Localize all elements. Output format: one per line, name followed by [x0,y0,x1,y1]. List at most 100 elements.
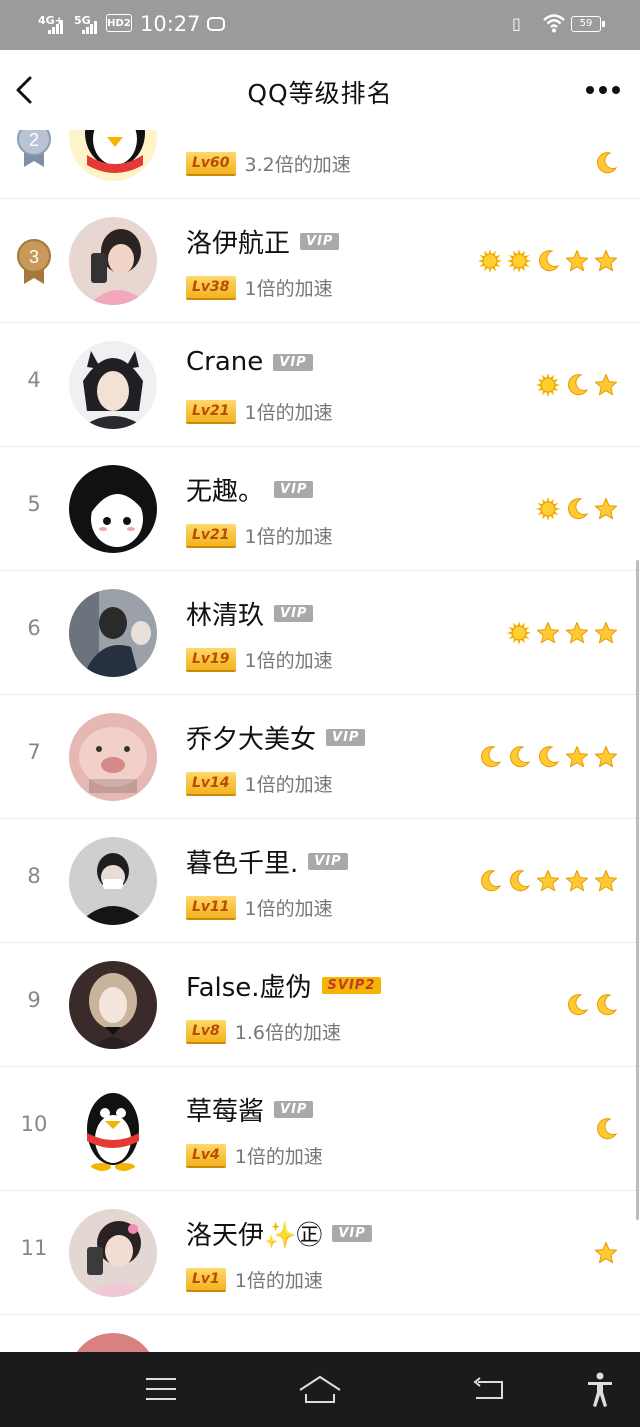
moon-icon [565,373,589,397]
moon-icon [594,151,618,175]
level-badge: Lv38 [186,275,236,300]
speed-text: 1倍的加速 [234,1146,323,1168]
speed-text: 1倍的加速 [244,526,333,548]
system-nav-bar [0,1352,640,1427]
ranking-row[interactable]: 10 草莓酱 VIP Lv4 1倍的加速 [0,1067,640,1191]
ranking-row[interactable]: 5 无趣。 VIP Lv21 1倍的加速 [0,447,640,571]
level-icons [594,151,618,175]
vip-badge: VIP [308,853,348,870]
avatar[interactable] [69,1209,157,1297]
speed-text: 1倍的加速 [244,898,333,920]
moon-icon [565,993,589,1017]
level-badge: Lv21 [186,399,236,424]
vibrate-icon: ▯ [512,14,521,33]
status-bar: 4G+ 5G HD2 10:27 ▯ 59 [0,0,640,50]
level-icons [594,1241,618,1265]
vip-badge: VIP [273,353,313,371]
avatar[interactable] [69,589,157,677]
user-name: 无趣。 [186,477,265,507]
moon-icon [594,1117,618,1141]
avatar[interactable] [69,1085,157,1173]
moon-icon [478,745,502,769]
avatar[interactable] [69,713,157,801]
medal-rank-label: 3 [29,247,39,267]
star-icon [594,249,618,273]
star-icon [536,621,560,645]
silver-medal-icon: 2 [17,130,51,167]
signal-icon [48,18,66,34]
vip-badge: VIP [300,233,340,250]
user-name: 暮色千里. [186,849,299,879]
level-icons [536,373,618,397]
avatar[interactable] [69,465,157,553]
star-icon [565,745,589,769]
moon-icon [565,497,589,521]
level-icons [536,497,618,521]
level-badge: Lv1 [186,1267,226,1292]
svip-badge: SVIP2 [321,977,382,994]
avatar[interactable] [69,961,157,1049]
back-nav-icon[interactable] [472,1376,504,1402]
star-icon [594,745,618,769]
menu-icon[interactable] [146,1376,176,1402]
wifi-icon [543,14,565,33]
speed-text: 1倍的加速 [244,650,333,672]
ranking-row[interactable]: 3 洛伊航正 VIP Lv38 1倍的加速 [0,199,640,323]
vip-badge: VIP [274,1101,314,1118]
moon-icon [507,869,531,893]
avatar[interactable] [69,837,157,925]
star-icon [594,869,618,893]
speed-text: 1倍的加速 [244,774,333,796]
rank-number: 10 [20,1112,48,1136]
level-icons [478,249,618,273]
moon-icon [478,869,502,893]
rank-number: 7 [27,740,41,764]
star-icon [594,373,618,397]
signal-icon-2 [82,18,100,34]
star-icon [565,249,589,273]
sun-icon [478,249,502,273]
ranking-row[interactable]: 11 洛天伊✨㊣ VIP Lv1 1倍的加速 [0,1191,640,1315]
level-icons [478,869,618,893]
ranking-row[interactable]: 6 林清玖 VIP Lv19 1倍的加速 [0,571,640,695]
level-badge: Lv11 [186,895,236,920]
star-icon [565,869,589,893]
ranking-row[interactable]: 4 Crane VIP Lv21 1倍的加速 [0,323,640,447]
rank-number: 5 [27,492,41,516]
vip-badge: VIP [332,1225,372,1242]
user-name: 洛伊航正 [186,229,291,259]
speed-text: 1.6倍的加速 [234,1022,342,1044]
speed-text: 1倍的加速 [244,278,333,300]
avatar[interactable] [69,1333,157,1352]
page-title: QQ等级排名 [247,79,393,108]
star-icon [536,869,560,893]
avatar[interactable] [69,341,157,429]
more-options-icon[interactable] [586,78,630,102]
sun-icon [536,373,560,397]
star-icon [565,621,589,645]
home-icon[interactable] [298,1374,342,1404]
header: QQ等级排名 [0,50,640,130]
ranking-row[interactable]: 7 乔夕大美女 VIP Lv14 1倍的加速 [0,695,640,819]
accessibility-icon[interactable] [586,1372,614,1408]
ranking-row[interactable]: 2 Lv60 3.2倍的加速 [0,130,640,199]
level-icons [507,621,618,645]
sun-icon [507,621,531,645]
user-name: 草莓酱 [186,1097,265,1127]
level-icons [565,993,618,1017]
avatar[interactable] [69,130,157,181]
scrollbar[interactable] [636,560,639,1220]
user-name: Crane [186,347,264,377]
ranking-row[interactable]: 8 暮色千里. VIP Lv11 1倍的加速 [0,819,640,943]
user-name: 洛天伊✨㊣ [186,1221,323,1251]
level-badge: Lv14 [186,771,236,796]
ranking-row-partial[interactable] [0,1315,640,1352]
ranking-row[interactable]: 9 False.虚伪 SVIP2 Lv8 1.6倍的加速 [0,943,640,1067]
avatar[interactable] [69,217,157,305]
sun-icon [536,497,560,521]
moon-icon [507,745,531,769]
star-icon [594,1241,618,1265]
speed-text: 1倍的加速 [234,1270,323,1292]
ranking-list: 2 Lv60 3.2倍的加速 3 洛伊航正 VIP Lv38 1倍的加速 4 C… [0,130,640,1352]
level-line: Lv60 3.2倍的加速 [186,150,351,177]
